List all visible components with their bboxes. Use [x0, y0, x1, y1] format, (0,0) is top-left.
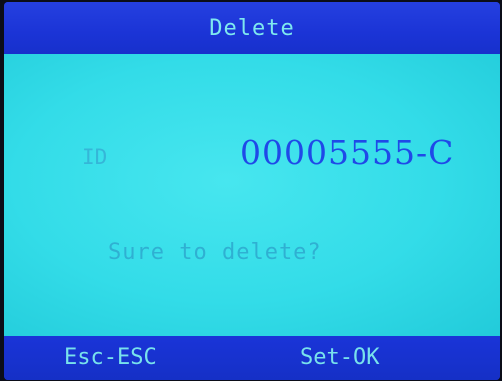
lcd-screen: Delete ID 00005555-C Sure to delete? Esc…	[4, 2, 500, 380]
esc-softkey[interactable]: Esc-ESC	[64, 345, 157, 370]
content-area: ID 00005555-C Sure to delete?	[4, 54, 500, 336]
id-label: ID	[82, 145, 108, 169]
confirm-prompt: Sure to delete?	[108, 240, 322, 265]
title-bar: Delete	[4, 2, 500, 54]
softkey-bar: Esc-ESC Set-OK	[4, 336, 500, 380]
ok-softkey[interactable]: Set-OK	[300, 345, 379, 370]
screen-title: Delete	[209, 15, 295, 41]
id-value: 00005555-C	[240, 133, 455, 172]
device-display: Delete ID 00005555-C Sure to delete? Esc…	[0, 0, 502, 381]
